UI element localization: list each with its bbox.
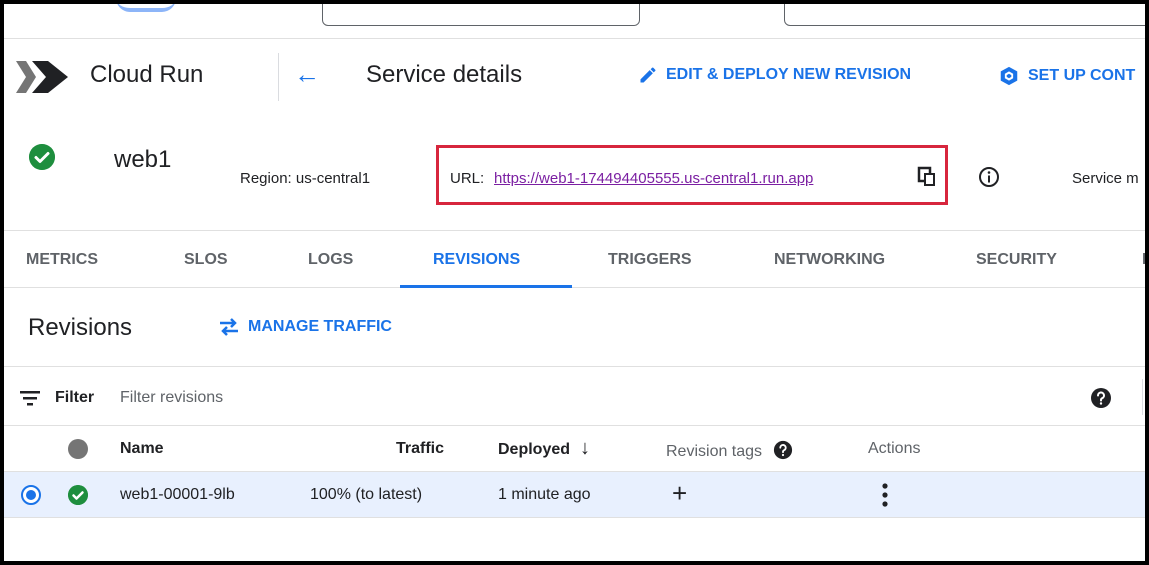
project-picker-field[interactable] bbox=[322, 4, 640, 26]
help-icon[interactable] bbox=[773, 440, 793, 460]
url-label: URL: bbox=[450, 170, 485, 187]
manage-traffic-label: MANAGE TRAFFIC bbox=[248, 318, 392, 335]
filter-label: Filter bbox=[55, 389, 95, 406]
column-traffic[interactable]: Traffic bbox=[396, 440, 444, 458]
swap-arrows-icon bbox=[220, 318, 238, 336]
service-info-row: web1 Region: us-central1 URL: https://we… bbox=[4, 112, 1145, 230]
region-label: Region: us-central1 bbox=[240, 170, 371, 187]
cloud-run-logo-icon bbox=[16, 61, 68, 93]
tab-revisions[interactable]: REVISIONS bbox=[433, 251, 520, 269]
tab-metrics[interactable]: METRICS bbox=[26, 251, 98, 269]
service-header: Cloud Run ← Service details EDIT & DEPLO… bbox=[4, 38, 1145, 112]
setup-continuous-deployment-button[interactable]: SET UP CONT bbox=[998, 65, 1135, 87]
service-name: web1 bbox=[114, 146, 172, 173]
google-logo-fragment bbox=[116, 4, 176, 12]
search-field[interactable] bbox=[784, 4, 1145, 26]
manage-traffic-button[interactable]: MANAGE TRAFFIC bbox=[218, 318, 392, 336]
filter-divider bbox=[1142, 379, 1143, 415]
column-actions: Actions bbox=[868, 440, 921, 457]
column-deployed-label: Deployed bbox=[498, 441, 571, 458]
column-revision-tags-label: Revision tags bbox=[666, 443, 763, 460]
tab-bar: METRICS SLOS LOGS REVISIONS TRIGGERS NET… bbox=[4, 230, 1145, 288]
top-search-strip bbox=[4, 4, 1145, 38]
revision-traffic: 100% (to latest) bbox=[310, 486, 423, 503]
tab-triggers[interactable]: TRIGGERS bbox=[608, 251, 692, 269]
revisions-title: Revisions bbox=[28, 314, 133, 341]
tab-slos[interactable]: SLOS bbox=[184, 251, 228, 269]
header-divider bbox=[278, 53, 279, 101]
page-title: Service details bbox=[366, 61, 523, 88]
edit-deploy-button[interactable]: EDIT & DEPLOY NEW REVISION bbox=[638, 65, 911, 85]
setup-label: SET UP CONT bbox=[1028, 67, 1136, 84]
table-row[interactable]: web1-00001-9lb 100% (to latest) 1 minute… bbox=[4, 472, 1145, 518]
cloud-build-icon bbox=[1000, 66, 1018, 86]
status-column-icon bbox=[68, 439, 88, 459]
column-name[interactable]: Name bbox=[120, 440, 164, 458]
column-deployed[interactable]: Deployed ↓ bbox=[498, 437, 591, 459]
app-window: Cloud Run ← Service details EDIT & DEPLO… bbox=[0, 0, 1149, 565]
revision-deployed: 1 minute ago bbox=[498, 486, 591, 503]
help-icon[interactable] bbox=[1090, 387, 1112, 409]
filter-icon[interactable] bbox=[20, 390, 42, 406]
back-arrow-icon[interactable]: ← bbox=[292, 59, 322, 89]
check-circle-icon bbox=[68, 485, 88, 505]
check-circle-icon bbox=[29, 144, 55, 170]
info-icon[interactable] bbox=[978, 166, 1000, 188]
service-url-link[interactable]: https://web1-174494405555.us-central1.ru… bbox=[494, 170, 813, 187]
column-revision-tags: Revision tags bbox=[666, 440, 793, 461]
more-vert-icon[interactable] bbox=[878, 481, 892, 509]
edit-deploy-label: EDIT & DEPLOY NEW REVISION bbox=[666, 66, 912, 83]
tab-security[interactable]: SECURITY bbox=[976, 251, 1057, 269]
table-header: Name Traffic Deployed ↓ Revision tags Act… bbox=[4, 426, 1145, 472]
pencil-icon bbox=[640, 67, 656, 83]
service-meta-label: Service m bbox=[1072, 170, 1139, 187]
tab-integrations[interactable]: I bbox=[1142, 251, 1145, 269]
add-tag-plus-icon[interactable]: + bbox=[672, 480, 687, 506]
sort-down-icon: ↓ bbox=[580, 437, 591, 459]
revision-radio-button[interactable] bbox=[21, 485, 41, 505]
filter-revisions-input[interactable] bbox=[120, 385, 720, 411]
tab-logs[interactable]: LOGS bbox=[308, 251, 353, 269]
active-tab-indicator bbox=[400, 285, 572, 288]
product-name: Cloud Run bbox=[90, 61, 204, 88]
revision-name[interactable]: web1-00001-9lb bbox=[120, 486, 235, 504]
copy-icon[interactable] bbox=[916, 166, 938, 188]
tab-networking[interactable]: NETWORKING bbox=[774, 251, 885, 269]
filter-bar: Filter bbox=[4, 366, 1145, 426]
